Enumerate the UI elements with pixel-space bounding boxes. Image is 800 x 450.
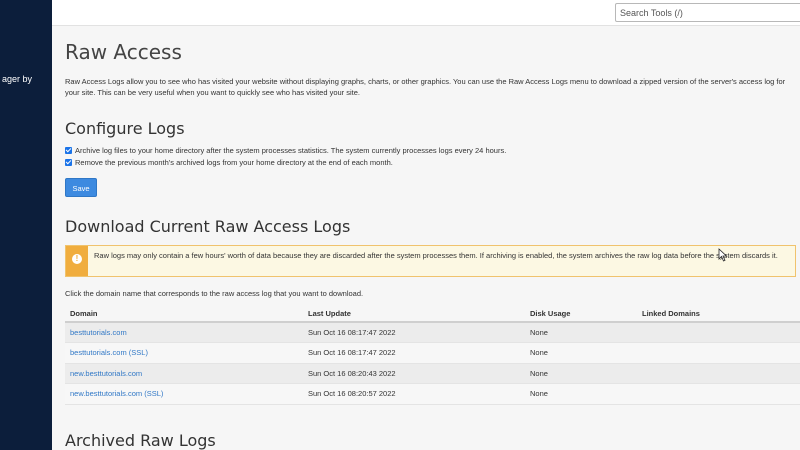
archive-logs-option[interactable]: Archive log files to your home directory… bbox=[65, 146, 798, 155]
configure-logs-heading: Configure Logs bbox=[65, 119, 185, 138]
alert-text: Raw logs may only contain a few hours' w… bbox=[94, 251, 778, 260]
table-row: besttutorials.com Sun Oct 16 08:17:47 20… bbox=[65, 322, 800, 343]
domain-link[interactable]: new.besttutorials.com bbox=[70, 369, 142, 378]
page-title: Raw Access bbox=[65, 40, 182, 64]
download-logs-heading: Download Current Raw Access Logs bbox=[65, 217, 351, 236]
sidebar-partial-label[interactable]: ager by bbox=[2, 74, 32, 84]
table-row: new.besttutorials.com Sun Oct 16 08:20:4… bbox=[65, 363, 800, 384]
download-instruction: Click the domain name that corresponds t… bbox=[65, 289, 364, 298]
linked-domains-cell bbox=[637, 322, 800, 343]
disk-usage-cell: None bbox=[525, 342, 637, 364]
archive-logs-checkbox[interactable] bbox=[65, 147, 72, 154]
remove-archived-checkbox[interactable] bbox=[65, 159, 72, 166]
raw-logs-table: Domain Last Update Disk Usage Linked Dom… bbox=[65, 305, 800, 405]
domain-link[interactable]: besttutorials.com bbox=[70, 328, 127, 337]
sidebar: ager by bbox=[0, 0, 52, 450]
page-description: Raw Access Logs allow you to see who has… bbox=[65, 77, 786, 97]
disk-usage-cell: None bbox=[525, 383, 637, 405]
linked-domains-cell bbox=[637, 383, 800, 405]
main-content: Raw Access Raw Access Logs allow you to … bbox=[65, 26, 800, 450]
table-header-row: Domain Last Update Disk Usage Linked Dom… bbox=[65, 305, 800, 323]
top-bar bbox=[52, 0, 800, 26]
disk-usage-cell: None bbox=[525, 322, 637, 343]
archived-logs-heading: Archived Raw Logs bbox=[65, 431, 216, 450]
save-button[interactable]: Save bbox=[65, 178, 97, 197]
column-header-linked-domains[interactable]: Linked Domains bbox=[637, 305, 800, 323]
remove-archived-option[interactable]: Remove the previous month's archived log… bbox=[65, 158, 798, 167]
archive-logs-label: Archive log files to your home directory… bbox=[75, 146, 507, 155]
exclamation-icon: ! bbox=[72, 254, 82, 264]
column-header-last-update[interactable]: Last Update bbox=[303, 305, 525, 323]
column-header-domain[interactable]: Domain bbox=[65, 305, 303, 323]
last-update-cell: Sun Oct 16 08:20:57 2022 bbox=[303, 383, 525, 405]
warning-alert: ! Raw logs may only contain a few hours'… bbox=[65, 245, 796, 277]
table-row: besttutorials.com (SSL) Sun Oct 16 08:17… bbox=[65, 342, 800, 364]
remove-archived-label: Remove the previous month's archived log… bbox=[75, 158, 393, 167]
table-row: new.besttutorials.com (SSL) Sun Oct 16 0… bbox=[65, 383, 800, 405]
disk-usage-cell: None bbox=[525, 363, 637, 384]
alert-icon-box: ! bbox=[66, 246, 88, 276]
domain-link[interactable]: new.besttutorials.com (SSL) bbox=[70, 389, 163, 398]
search-tools-input[interactable] bbox=[615, 3, 800, 22]
configure-options: Archive log files to your home directory… bbox=[65, 146, 798, 167]
column-header-disk-usage[interactable]: Disk Usage bbox=[525, 305, 637, 323]
last-update-cell: Sun Oct 16 08:20:43 2022 bbox=[303, 363, 525, 384]
linked-domains-cell bbox=[637, 363, 800, 384]
mouse-cursor-icon bbox=[718, 248, 728, 262]
linked-domains-cell bbox=[637, 342, 800, 364]
last-update-cell: Sun Oct 16 08:17:47 2022 bbox=[303, 322, 525, 343]
last-update-cell: Sun Oct 16 08:17:47 2022 bbox=[303, 342, 525, 364]
domain-link[interactable]: besttutorials.com (SSL) bbox=[70, 348, 148, 357]
